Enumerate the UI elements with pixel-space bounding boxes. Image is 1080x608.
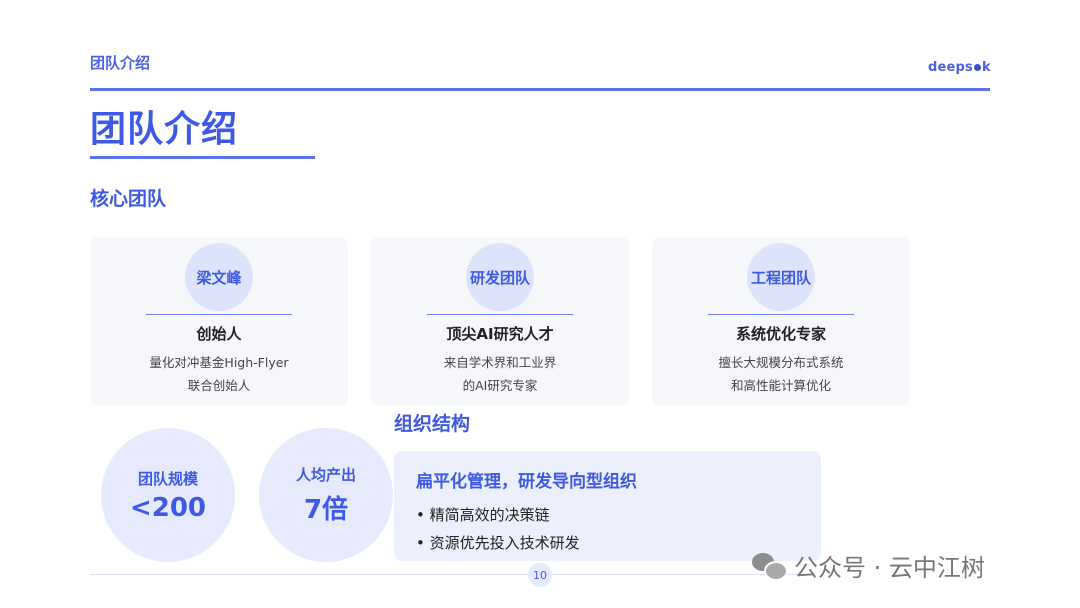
stat-output-per-person: 人均产出 7倍 bbox=[259, 428, 393, 562]
org-bullet: 资源优先投入技术研发 bbox=[416, 529, 580, 557]
deepseek-logo: deeps k bbox=[928, 60, 991, 75]
header-divider bbox=[90, 88, 990, 91]
card-description: 量化对冲基金High-Flyer 联合创始人 bbox=[90, 351, 348, 397]
stat-value: 7倍 bbox=[303, 495, 349, 525]
logo-dot-icon bbox=[973, 63, 981, 71]
stat-label: 人均产出 bbox=[295, 466, 356, 484]
founder-avatar: 梁文峰 bbox=[185, 243, 253, 311]
page-title: 团队介绍 bbox=[90, 109, 239, 150]
card-desc-line: 和高性能计算优化 bbox=[730, 378, 831, 393]
engineering-avatar: 工程团队 bbox=[747, 243, 815, 311]
brand-prefix: deeps bbox=[928, 60, 973, 75]
card-description: 擅长大规模分布式系统 和高性能计算优化 bbox=[652, 351, 910, 397]
org-bullet-list: 精简高效的决策链 资源优先投入技术研发 bbox=[416, 501, 580, 557]
watermark: 公众号 · 云中江树 bbox=[752, 548, 985, 583]
title-underline bbox=[90, 156, 315, 159]
org-headline: 扁平化管理，研发导向型组织 bbox=[416, 472, 637, 492]
card-desc-line: 擅长大规模分布式系统 bbox=[718, 355, 844, 370]
team-card-engineering: 工程团队 系统优化专家 擅长大规模分布式系统 和高性能计算优化 bbox=[652, 237, 910, 405]
research-avatar: 研发团队 bbox=[466, 243, 534, 311]
stat-value: <200 bbox=[129, 492, 207, 523]
card-divider bbox=[708, 314, 854, 315]
org-bullet: 精简高效的决策链 bbox=[416, 501, 580, 529]
org-structure-box: 扁平化管理，研发导向型组织 精简高效的决策链 资源优先投入技术研发 bbox=[394, 451, 821, 561]
card-role: 顶尖AI研究人才 bbox=[446, 325, 554, 343]
card-description: 来自学术界和工业界 的AI研究专家 bbox=[371, 351, 629, 397]
core-team-heading: 核心团队 bbox=[90, 188, 167, 210]
team-card-research: 研发团队 顶尖AI研究人才 来自学术界和工业界 的AI研究专家 bbox=[371, 237, 629, 405]
brand-suffix: k bbox=[981, 60, 991, 75]
card-role: 创始人 bbox=[196, 325, 242, 343]
card-desc-line: 量化对冲基金High-Flyer bbox=[149, 355, 289, 370]
card-divider bbox=[146, 314, 292, 315]
stat-label: 团队规模 bbox=[137, 469, 198, 488]
watermark-text: 公众号 · 云中江树 bbox=[794, 554, 985, 582]
card-divider bbox=[427, 314, 573, 315]
card-desc-line: 的AI研究专家 bbox=[462, 378, 538, 393]
header-section-label: 团队介绍 bbox=[90, 54, 151, 72]
org-structure-heading: 组织结构 bbox=[394, 413, 471, 435]
card-role: 系统优化专家 bbox=[735, 325, 826, 343]
stat-team-size: 团队规模 <200 bbox=[101, 428, 235, 562]
card-desc-line: 联合创始人 bbox=[187, 378, 251, 393]
team-card-founder: 梁文峰 创始人 量化对冲基金High-Flyer 联合创始人 bbox=[90, 237, 348, 405]
page-number: 10 bbox=[528, 563, 552, 587]
card-desc-line: 来自学术界和工业界 bbox=[443, 355, 557, 370]
wechat-icon bbox=[752, 551, 788, 581]
footer-divider bbox=[90, 574, 815, 575]
